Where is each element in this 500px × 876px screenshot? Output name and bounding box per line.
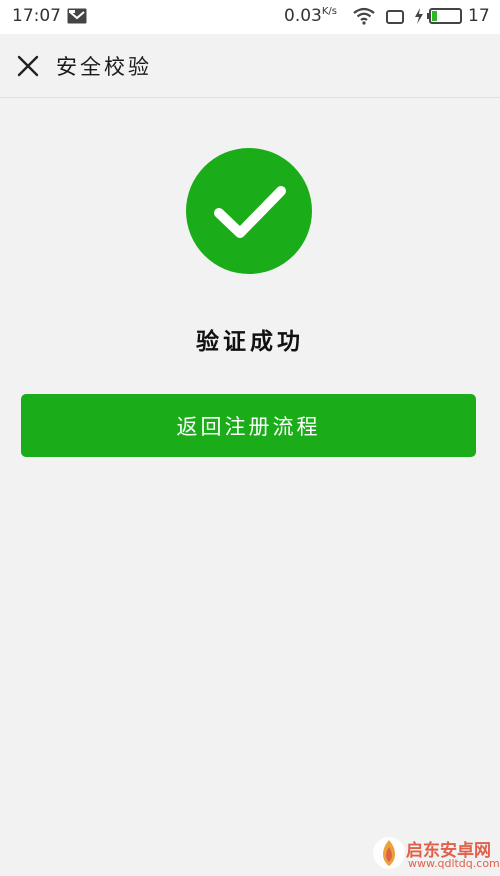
watermark-logo-icon (372, 834, 406, 872)
wifi-icon (353, 7, 375, 25)
close-icon (8, 46, 48, 86)
network-speed-unit: K/s (321, 6, 337, 17)
charging-icon (414, 8, 424, 24)
battery-level: 17 (468, 6, 490, 26)
screen-icon (386, 9, 404, 24)
status-bar: 17:07 0.03K/s 17 (0, 0, 500, 34)
check-circle-icon (185, 147, 313, 275)
battery-icon (427, 8, 463, 24)
header: 安全校验 (0, 34, 500, 98)
success-message: 验证成功 (196, 328, 304, 355)
page-title: 安全校验 (56, 55, 152, 79)
return-to-registration-button[interactable]: 返回注册流程 (21, 394, 476, 457)
network-speed-value: 0.03 (284, 6, 322, 26)
message-icon (67, 8, 87, 24)
watermark: 启东安卓网 www.qdltdq.com (372, 832, 500, 876)
status-time: 17:07 (12, 6, 61, 26)
network-speed: 0.03K/s (284, 6, 337, 26)
close-button[interactable] (8, 46, 48, 86)
watermark-url: www.qdltdq.com (408, 857, 500, 870)
